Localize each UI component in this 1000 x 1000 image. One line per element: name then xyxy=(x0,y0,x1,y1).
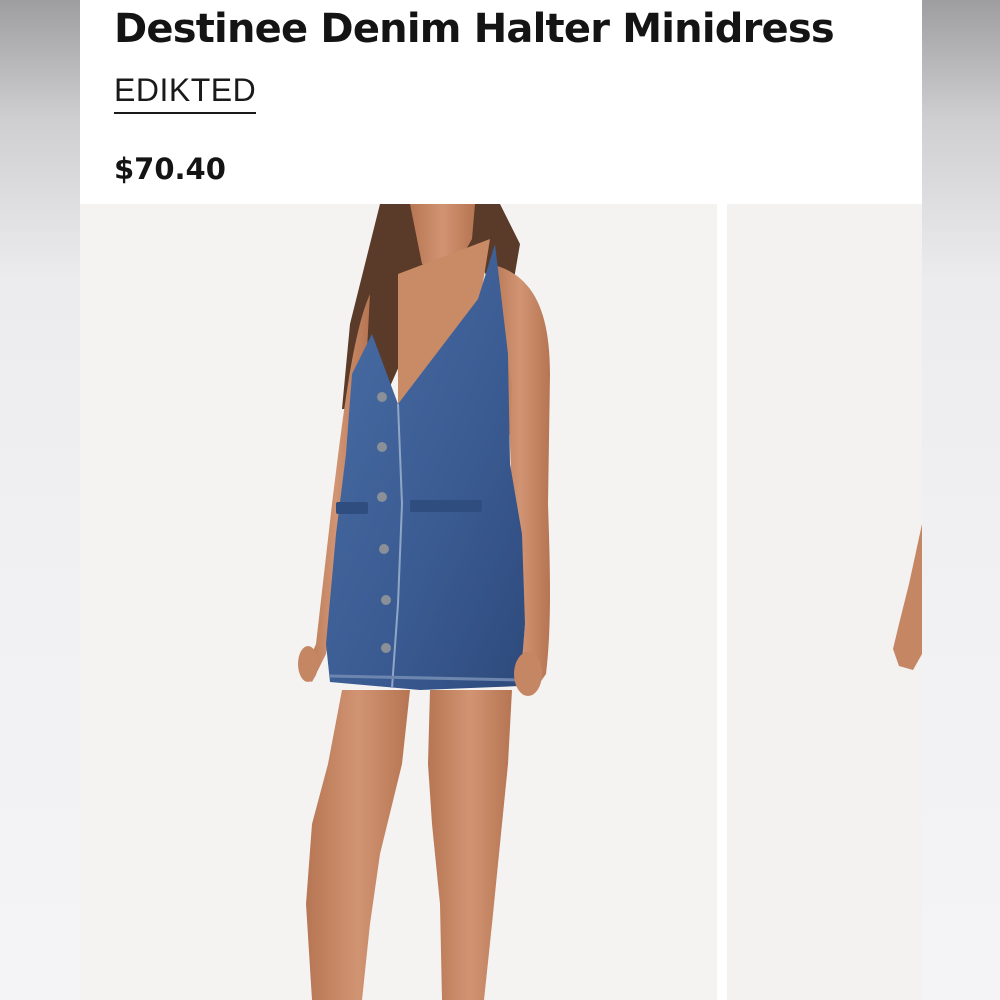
model-illustration xyxy=(298,204,550,1000)
left-backdrop xyxy=(0,0,80,1000)
right-backdrop xyxy=(922,0,1000,1000)
product-photo-main[interactable] xyxy=(80,204,717,1000)
product-title: Destinee Denim Halter Minidress xyxy=(114,6,835,52)
brand-link[interactable]: EDIKTED xyxy=(114,72,257,114)
gallery-divider xyxy=(717,204,727,1000)
product-header: Destinee Denim Halter Minidress EDIKTED … xyxy=(80,0,922,204)
partial-model-illustration xyxy=(893,524,922,670)
product-gallery xyxy=(80,204,922,1000)
product-photo-next[interactable] xyxy=(727,204,922,1000)
product-price: $70.40 xyxy=(114,152,226,186)
